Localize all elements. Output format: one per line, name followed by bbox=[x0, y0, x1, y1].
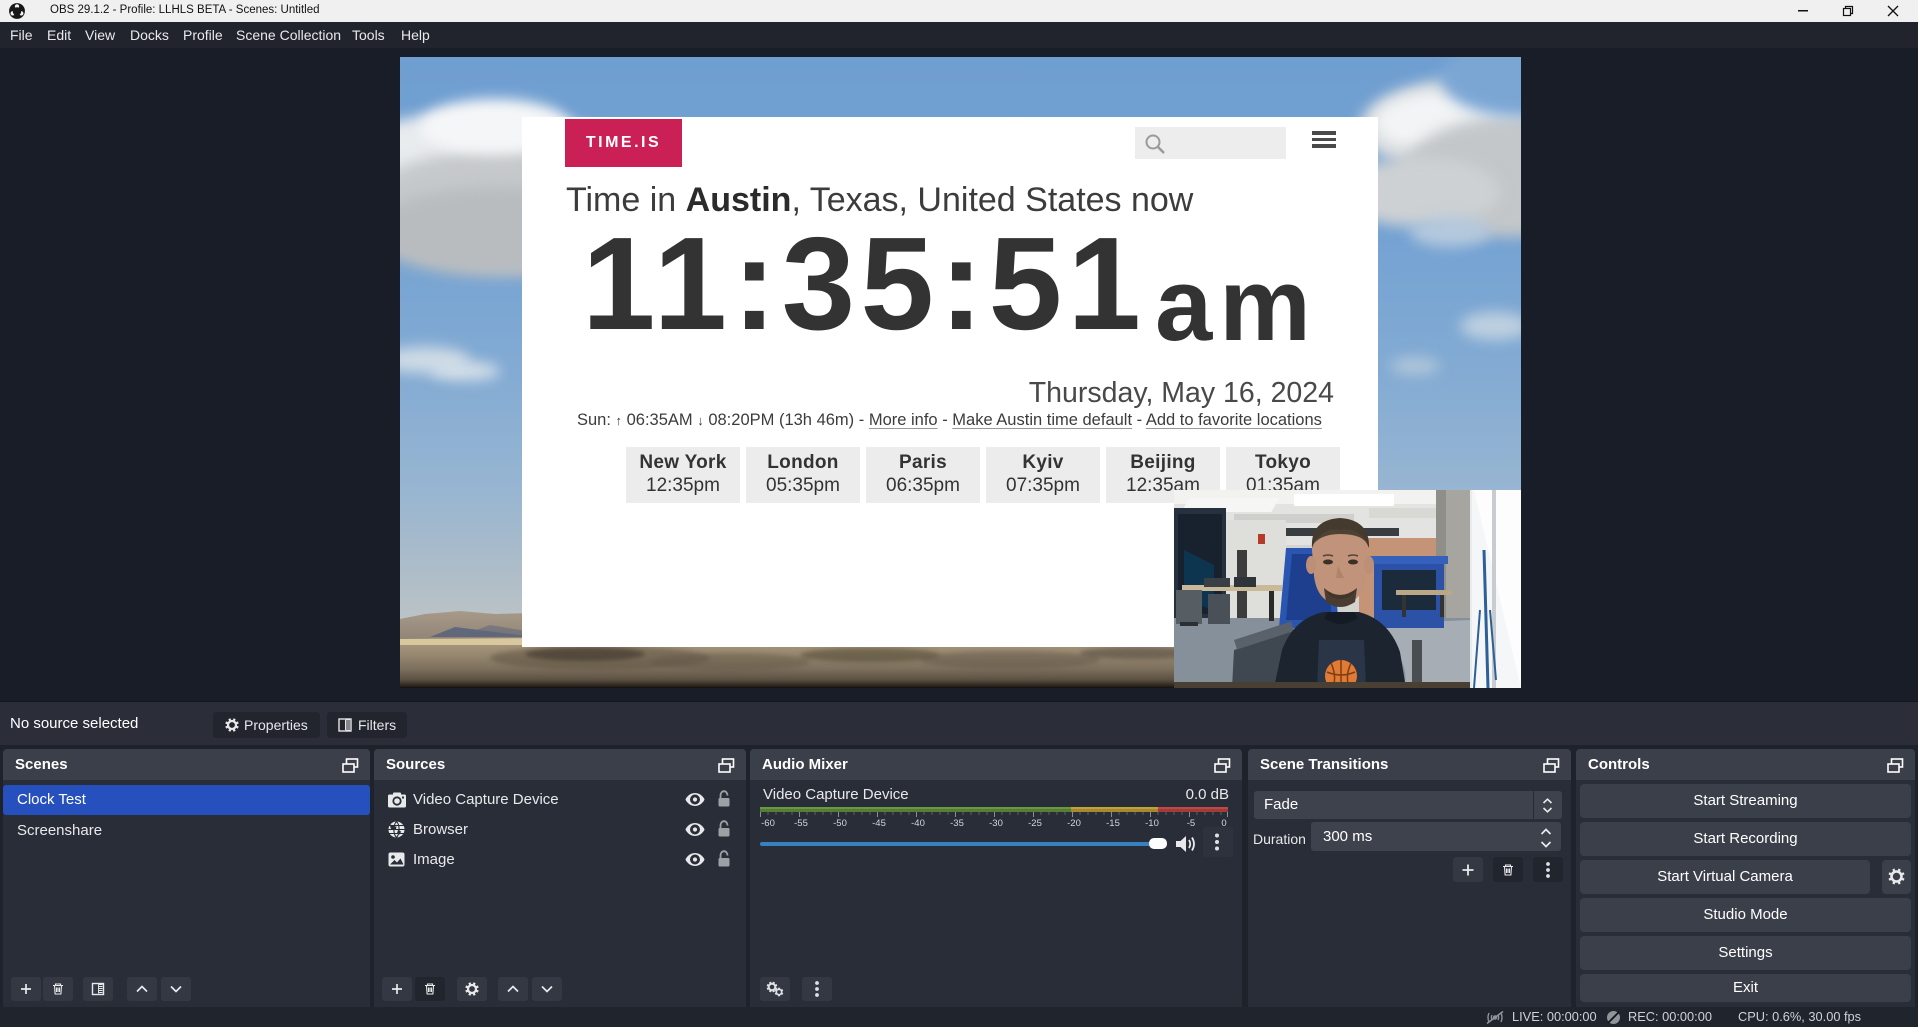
svg-text:-45: -45 bbox=[872, 818, 886, 828]
svg-text:-25: -25 bbox=[1028, 818, 1042, 828]
svg-text:-35: -35 bbox=[950, 818, 964, 828]
svg-text:-20: -20 bbox=[1067, 818, 1081, 828]
svg-text:-15: -15 bbox=[1106, 818, 1120, 828]
svg-text:-5: -5 bbox=[1187, 818, 1195, 828]
svg-text:-50: -50 bbox=[833, 818, 847, 828]
svg-text:-30: -30 bbox=[989, 818, 1003, 828]
svg-text:-55: -55 bbox=[794, 818, 808, 828]
svg-text:-40: -40 bbox=[911, 818, 925, 828]
svg-text:-60: -60 bbox=[761, 818, 775, 828]
svg-text:-10: -10 bbox=[1145, 818, 1159, 828]
